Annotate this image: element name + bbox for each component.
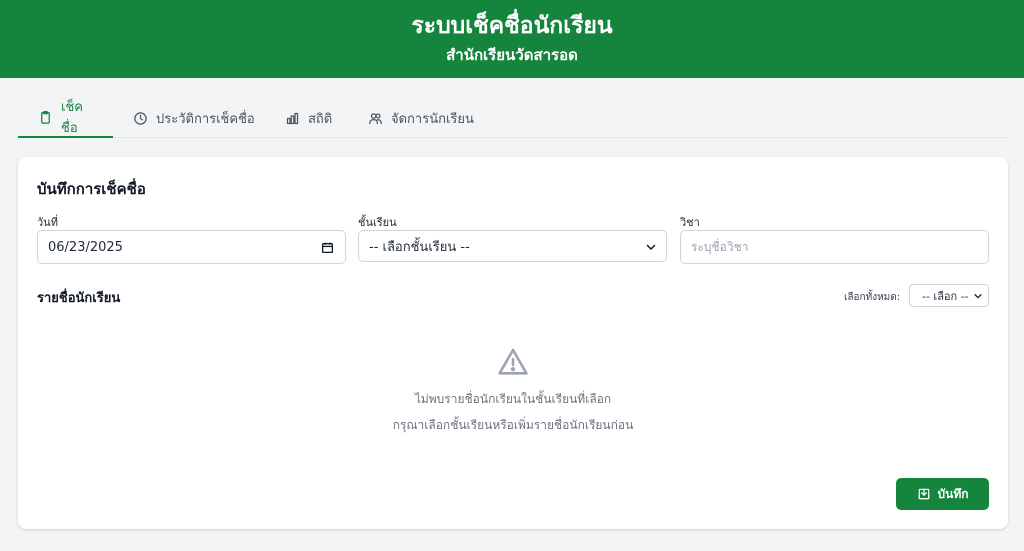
select-all-value: -- เลือก -- [922, 289, 969, 303]
tab-label: สถิติ [308, 111, 333, 127]
empty-message: ไม่พบรายชื่อนักเรียนในชั้นเรียนที่เลือก [414, 392, 612, 406]
student-list-title: รายชื่อนักเรียน [37, 291, 121, 306]
tab-label: เช็คชื่อ [61, 100, 83, 136]
calendar-icon[interactable] [321, 241, 334, 254]
clipboard-icon [41, 110, 50, 124]
tab-bar: เช็คชื่อ ประวัติการเช็คชื่อ สถิติ จัดการ… [18, 98, 1008, 138]
date-input[interactable]: 06/23/2025 [37, 230, 346, 264]
card-title: บันทึกการเช็คชื่อ [37, 180, 146, 198]
attendance-card: บันทึกการเช็คชื่อ วันที่ 06/23/2025 ชั้น… [18, 157, 1008, 529]
app-subtitle: สำนักเรียนวัดสารอด [446, 46, 578, 64]
subject-input[interactable]: ระบุชื่อวิชา [680, 230, 989, 264]
empty-hint: กรุณาเลือกชั้นเรียนหรือเพิ่มรายชื่อนักเร… [392, 418, 634, 432]
chevron-down-icon [974, 294, 982, 299]
chevron-down-icon [646, 244, 656, 250]
subject-label: วิชา [680, 216, 700, 229]
tab-history[interactable]: ประวัติการเช็คชื่อ [113, 98, 275, 138]
tab-manage-students[interactable]: จัดการนักเรียน [348, 98, 494, 138]
class-select[interactable]: -- เลือกชั้นเรียน -- [358, 230, 667, 262]
select-all-dropdown[interactable]: -- เลือก -- [909, 284, 989, 307]
save-label: บันทึก [937, 486, 969, 501]
app-header: ระบบเช็คชื่อนักเรียน สำนักเรียนวัดสารอด [0, 0, 1024, 78]
users-icon [369, 112, 382, 124]
tab-check-in[interactable]: เช็คชื่อ [18, 98, 113, 138]
save-button[interactable]: บันทึก [896, 478, 989, 510]
class-label: ชั้นเรียน [358, 216, 397, 229]
warning-icon [498, 348, 528, 375]
tab-statistics[interactable]: สถิติ [265, 98, 352, 138]
save-icon [918, 488, 929, 500]
subject-placeholder: ระบุชื่อวิชา [691, 239, 749, 254]
clock-icon [134, 111, 147, 125]
bar-chart-icon [286, 112, 299, 124]
date-value: 06/23/2025 [48, 239, 123, 255]
app-title: ระบบเช็คชื่อนักเรียน [411, 13, 613, 39]
class-select-value: -- เลือกชั้นเรียน -- [369, 239, 470, 255]
tab-label: ประวัติการเช็คชื่อ [156, 111, 255, 127]
date-label: วันที่ [37, 216, 58, 229]
tab-label: จัดการนักเรียน [391, 111, 474, 127]
select-all-label: เลือกทั้งหมด: [844, 292, 901, 303]
